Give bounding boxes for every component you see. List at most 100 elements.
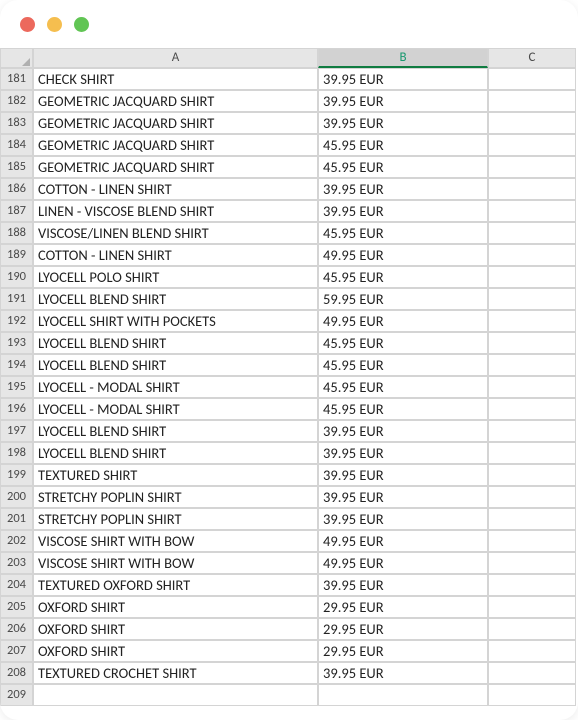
cell-c[interactable] [488, 376, 576, 398]
cell-a[interactable]: LYOCELL - MODAL SHIRT [33, 398, 318, 420]
row-header[interactable]: 209 [0, 684, 33, 706]
cell-c[interactable] [488, 684, 576, 706]
cell-b[interactable]: 49.95 EUR [318, 530, 488, 552]
cell-c[interactable] [488, 596, 576, 618]
cell-b[interactable]: 45.95 EUR [318, 156, 488, 178]
cell-a[interactable]: STRETCHY POPLIN SHIRT [33, 486, 318, 508]
cell-b[interactable]: 39.95 EUR [318, 574, 488, 596]
cell-b[interactable]: 45.95 EUR [318, 398, 488, 420]
cell-a[interactable]: CHECK SHIRT [33, 68, 318, 90]
cell-a[interactable]: LYOCELL BLEND SHIRT [33, 442, 318, 464]
row-header[interactable]: 182 [0, 90, 33, 112]
cell-b[interactable]: 49.95 EUR [318, 244, 488, 266]
cell-c[interactable] [488, 68, 576, 90]
cell-a[interactable]: LYOCELL - MODAL SHIRT [33, 376, 318, 398]
row-header[interactable]: 183 [0, 112, 33, 134]
cell-b[interactable]: 45.95 EUR [318, 266, 488, 288]
zoom-icon[interactable] [74, 17, 89, 32]
cell-c[interactable] [488, 178, 576, 200]
cell-b[interactable]: 29.95 EUR [318, 618, 488, 640]
row-header[interactable]: 193 [0, 332, 33, 354]
row-header[interactable]: 206 [0, 618, 33, 640]
cell-c[interactable] [488, 288, 576, 310]
row-header[interactable]: 197 [0, 420, 33, 442]
cell-c[interactable] [488, 332, 576, 354]
cell-b[interactable]: 39.95 EUR [318, 178, 488, 200]
cell-c[interactable] [488, 420, 576, 442]
row-header[interactable]: 189 [0, 244, 33, 266]
cell-b[interactable]: 39.95 EUR [318, 200, 488, 222]
row-header[interactable]: 194 [0, 354, 33, 376]
cell-c[interactable] [488, 134, 576, 156]
row-header[interactable]: 192 [0, 310, 33, 332]
cell-a[interactable]: VISCOSE/LINEN BLEND SHIRT [33, 222, 318, 244]
cell-c[interactable] [488, 574, 576, 596]
minimize-icon[interactable] [47, 17, 62, 32]
cell-c[interactable] [488, 112, 576, 134]
row-header[interactable]: 186 [0, 178, 33, 200]
cell-a[interactable]: LYOCELL POLO SHIRT [33, 266, 318, 288]
row-header[interactable]: 201 [0, 508, 33, 530]
row-header[interactable]: 195 [0, 376, 33, 398]
cell-a[interactable]: GEOMETRIC JACQUARD SHIRT [33, 156, 318, 178]
cell-b[interactable]: 39.95 EUR [318, 464, 488, 486]
cell-a[interactable]: LYOCELL BLEND SHIRT [33, 420, 318, 442]
row-header[interactable]: 198 [0, 442, 33, 464]
row-header[interactable]: 200 [0, 486, 33, 508]
row-header[interactable]: 203 [0, 552, 33, 574]
cell-c[interactable] [488, 200, 576, 222]
cell-c[interactable] [488, 222, 576, 244]
cell-c[interactable] [488, 442, 576, 464]
column-header-b[interactable]: B [318, 48, 488, 68]
row-header[interactable]: 188 [0, 222, 33, 244]
cell-b[interactable]: 59.95 EUR [318, 288, 488, 310]
cell-c[interactable] [488, 552, 576, 574]
cell-c[interactable] [488, 90, 576, 112]
cell-c[interactable] [488, 640, 576, 662]
cell-c[interactable] [488, 398, 576, 420]
cell-c[interactable] [488, 266, 576, 288]
cell-c[interactable] [488, 244, 576, 266]
cell-c[interactable] [488, 310, 576, 332]
row-header[interactable]: 204 [0, 574, 33, 596]
cell-a[interactable]: TEXTURED SHIRT [33, 464, 318, 486]
cell-a[interactable]: OXFORD SHIRT [33, 618, 318, 640]
cell-b[interactable] [318, 684, 488, 706]
cell-b[interactable]: 39.95 EUR [318, 420, 488, 442]
cell-a[interactable]: GEOMETRIC JACQUARD SHIRT [33, 112, 318, 134]
cell-b[interactable]: 39.95 EUR [318, 508, 488, 530]
row-header[interactable]: 207 [0, 640, 33, 662]
select-all-corner[interactable] [0, 48, 33, 68]
row-header[interactable]: 185 [0, 156, 33, 178]
cell-a[interactable]: LINEN - VISCOSE BLEND SHIRT [33, 200, 318, 222]
cell-b[interactable]: 29.95 EUR [318, 640, 488, 662]
cell-c[interactable] [488, 464, 576, 486]
cell-a[interactable]: GEOMETRIC JACQUARD SHIRT [33, 134, 318, 156]
cell-c[interactable] [488, 486, 576, 508]
row-header[interactable]: 205 [0, 596, 33, 618]
cell-b[interactable]: 39.95 EUR [318, 486, 488, 508]
cell-a[interactable]: COTTON - LINEN SHIRT [33, 178, 318, 200]
cell-b[interactable]: 45.95 EUR [318, 332, 488, 354]
cell-b[interactable]: 39.95 EUR [318, 442, 488, 464]
cell-a[interactable]: LYOCELL SHIRT WITH POCKETS [33, 310, 318, 332]
cell-c[interactable] [488, 530, 576, 552]
column-header-a[interactable]: A [33, 48, 318, 68]
cell-a[interactable]: GEOMETRIC JACQUARD SHIRT [33, 90, 318, 112]
cell-b[interactable]: 45.95 EUR [318, 354, 488, 376]
cell-c[interactable] [488, 508, 576, 530]
cell-a[interactable]: VISCOSE SHIRT WITH BOW [33, 530, 318, 552]
row-header[interactable]: 191 [0, 288, 33, 310]
cell-a[interactable]: STRETCHY POPLIN SHIRT [33, 508, 318, 530]
row-header[interactable]: 199 [0, 464, 33, 486]
cell-a[interactable]: LYOCELL BLEND SHIRT [33, 354, 318, 376]
cell-b[interactable]: 49.95 EUR [318, 310, 488, 332]
cell-a[interactable]: LYOCELL BLEND SHIRT [33, 332, 318, 354]
cell-a[interactable]: OXFORD SHIRT [33, 640, 318, 662]
cell-c[interactable] [488, 156, 576, 178]
cell-b[interactable]: 49.95 EUR [318, 552, 488, 574]
cell-a[interactable] [33, 684, 318, 706]
cell-b[interactable]: 45.95 EUR [318, 134, 488, 156]
cell-c[interactable] [488, 618, 576, 640]
cell-a[interactable]: TEXTURED OXFORD SHIRT [33, 574, 318, 596]
